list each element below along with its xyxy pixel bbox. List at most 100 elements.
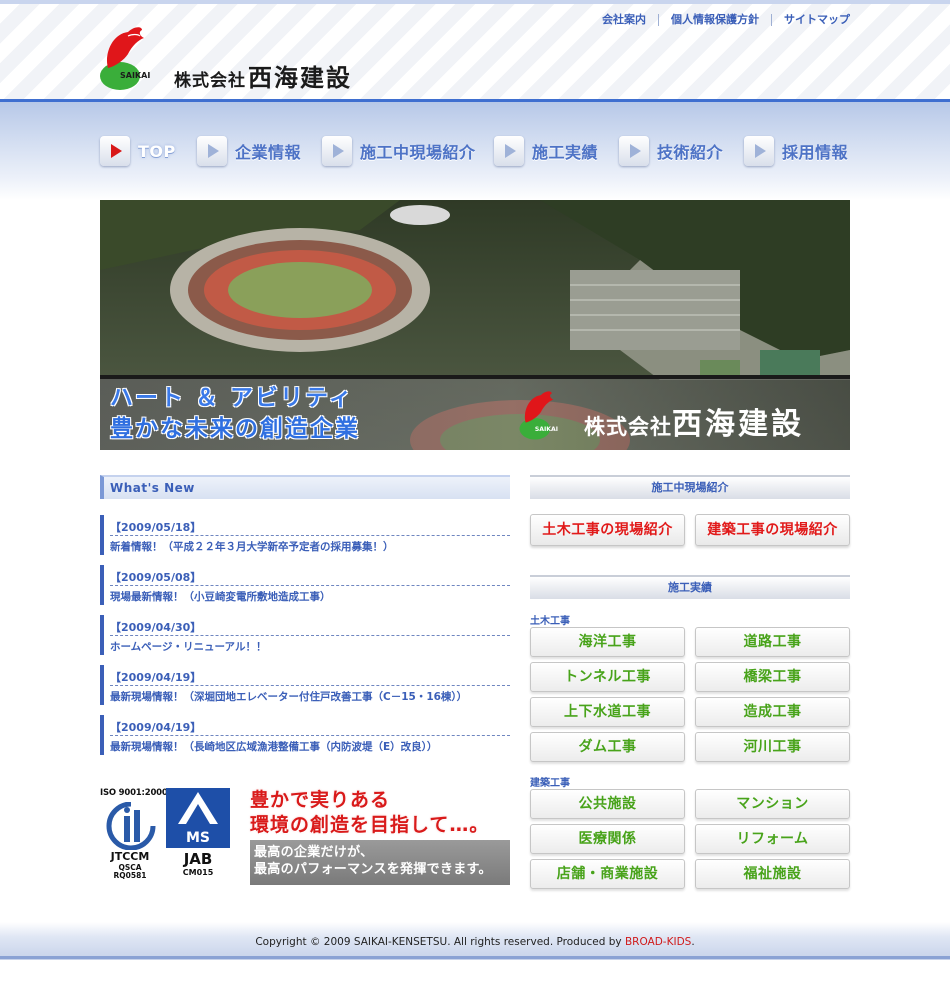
play-arrow-icon <box>197 136 227 166</box>
motto-banner: 豊かで実りある 環境の創造を目指して…。 最高の企業だけが、 最高のパフォーマン… <box>250 788 510 888</box>
play-arrow-icon <box>744 136 774 166</box>
hero-slogan: ハート ＆ アビリティ 豊かな未来の創造企業 <box>110 383 360 445</box>
civil-water-sewer-button[interactable]: 上下水道工事 <box>530 697 685 727</box>
news-title-link[interactable]: 最新現場情報！（深堀団地エレベーター付住戸改善工事（C－15・16棟）） <box>110 689 467 704</box>
divider <box>110 685 510 686</box>
iso-label: ISO 9001:2000 <box>100 788 168 798</box>
copyright: Copyright © 2009 SAIKAI-KENSETSU. All ri… <box>0 936 950 948</box>
divider <box>110 585 510 586</box>
building-mansion-button[interactable]: マンション <box>695 789 850 819</box>
hero-banner: ハート ＆ アビリティ 豊かな未来の創造企業 SAIKAI 株式会社 西海建設 <box>100 375 850 450</box>
nav-top[interactable]: TOP <box>100 134 176 168</box>
producer-link[interactable]: BROAD-KIDS <box>625 936 691 948</box>
civil-road-button[interactable]: 道路工事 <box>695 627 850 657</box>
civil-river-button[interactable]: 河川工事 <box>695 732 850 762</box>
news-item: 【2009/04/19】 最新現場情報！（長崎地区広域漁港整備工事（内防波堤（E… <box>100 715 510 755</box>
divider <box>110 635 510 636</box>
building-medical-button[interactable]: 医療関係 <box>530 824 685 854</box>
news-date: 【2009/04/19】 <box>110 721 202 734</box>
company-title: 西海建設 <box>672 407 804 442</box>
news-item: 【2009/04/30】 ホームページ・リニューアル！！ <box>100 615 510 655</box>
results-heading: 施工実績 <box>530 575 850 599</box>
company-logo: SAIKAI <box>519 391 558 440</box>
civil-bridge-button[interactable]: 橋梁工事 <box>695 662 850 692</box>
motto-sub-2: 最高のパフォーマンスを発揮できます。 <box>254 862 492 877</box>
nav-results[interactable]: 施工実績 <box>494 134 598 168</box>
building-sites-button[interactable]: 建築工事の現場紹介 <box>695 514 850 546</box>
news-item: 【2009/05/08】 現場最新情報！（小豆崎変電所敷地造成工事） <box>100 565 510 605</box>
nav-label: 技術紹介 <box>657 143 724 162</box>
whats-new-heading: What's New <box>100 475 510 499</box>
news-date: 【2009/04/30】 <box>110 621 202 634</box>
news-item: 【2009/05/18】 新着情報！（平成２２年３月大学新卒予定者の採用募集！） <box>100 515 510 555</box>
nav-recruit[interactable]: 採用情報 <box>744 134 848 168</box>
play-arrow-icon <box>619 136 649 166</box>
jab-ms-mark-icon: MS <box>166 788 230 848</box>
motto-subbox: 最高の企業だけが、 最高のパフォーマンスを発揮できます。 <box>250 840 510 885</box>
logo-text: SAIKAI <box>535 426 558 433</box>
company-title: 西海建設 <box>248 63 352 92</box>
company-name[interactable]: 株式会社 西海建設 <box>174 58 352 92</box>
play-arrow-icon <box>322 136 352 166</box>
current-sites-heading: 施工中現場紹介 <box>530 475 850 499</box>
jab-label: JAB <box>183 850 213 868</box>
site-header: SAIKAI 株式会社 西海建設 会社案内 個人情報保護方針 サイトマップ <box>0 0 950 100</box>
nav-technology[interactable]: 技術紹介 <box>619 134 723 168</box>
cm-number: CM015 <box>182 868 214 877</box>
nav-label: 施工実績 <box>532 143 599 162</box>
news-date: 【2009/05/18】 <box>110 521 202 534</box>
civil-tunnel-button[interactable]: トンネル工事 <box>530 662 685 692</box>
jtccm-mark-icon <box>106 802 156 850</box>
civil-sites-button[interactable]: 土木工事の現場紹介 <box>530 514 685 546</box>
motto-sub-1: 最高の企業だけが、 <box>254 845 374 860</box>
utility-links: 会社案内 個人情報保護方針 サイトマップ <box>590 14 850 26</box>
building-welfare-button[interactable]: 福祉施設 <box>695 859 850 889</box>
divider <box>110 735 510 736</box>
play-arrow-icon <box>494 136 524 166</box>
certification-badges: ISO 9001:2000 JTCCM QSCA RQ0581 MS JAB C… <box>100 788 240 888</box>
motto-line-2: 環境の創造を目指して…。 <box>250 814 490 836</box>
copyright-period: . <box>691 936 695 948</box>
building-reform-button[interactable]: リフォーム <box>695 824 850 854</box>
company-prefix: 株式会社 <box>584 415 672 439</box>
civil-land-development-button[interactable]: 造成工事 <box>695 697 850 727</box>
news-date: 【2009/04/19】 <box>110 671 202 684</box>
civil-dam-button[interactable]: ダム工事 <box>530 732 685 762</box>
nav-label: 施工中現場紹介 <box>360 143 476 162</box>
nav-label: TOP <box>138 141 176 161</box>
footer-divider <box>0 956 950 959</box>
company-prefix: 株式会社 <box>174 71 246 91</box>
link-company-info[interactable]: 会社案内 <box>590 14 658 26</box>
main-nav: TOP 企業情報 施工中現場紹介 施工実績 技術紹介 採用情報 <box>0 102 950 200</box>
slogan-line-1: ハート ＆ アビリティ <box>110 385 354 411</box>
ms-text: MS <box>186 830 210 846</box>
civil-marine-button[interactable]: 海洋工事 <box>530 627 685 657</box>
hero-image: ハート ＆ アビリティ 豊かな未来の創造企業 SAIKAI 株式会社 西海建設 <box>100 200 850 450</box>
nav-company-info[interactable]: 企業情報 <box>197 134 301 168</box>
play-arrow-icon <box>100 136 130 166</box>
link-sitemap[interactable]: サイトマップ <box>771 14 850 26</box>
news-title-link[interactable]: 現場最新情報！（小豆崎変電所敷地造成工事） <box>110 589 331 604</box>
news-date: 【2009/05/08】 <box>110 571 202 584</box>
nav-label: 企業情報 <box>235 143 302 162</box>
divider <box>110 535 510 536</box>
building-commercial-button[interactable]: 店舗・商業施設 <box>530 859 685 889</box>
news-title-link[interactable]: 最新現場情報！（長崎地区広域漁港整備工事（内防波堤（E）改良）） <box>110 739 437 754</box>
building-public-button[interactable]: 公共施設 <box>530 789 685 819</box>
nav-current-sites[interactable]: 施工中現場紹介 <box>322 134 476 168</box>
civil-category-label: 土木工事 <box>530 616 570 627</box>
motto-line-1: 豊かで実りある <box>250 789 391 811</box>
news-item: 【2009/04/19】 最新現場情報！（深堀団地エレベーター付住戸改善工事（C… <box>100 665 510 705</box>
link-privacy-policy[interactable]: 個人情報保護方針 <box>658 14 771 26</box>
copyright-text: Copyright © 2009 SAIKAI-KENSETSU. All ri… <box>255 936 625 948</box>
logo-text: SAIKAI <box>120 71 150 80</box>
jtccm-label: JTCCM <box>110 850 150 863</box>
building-category-label: 建築工事 <box>530 778 570 789</box>
news-title-link[interactable]: 新着情報！（平成２２年３月大学新卒予定者の採用募集！） <box>110 539 394 554</box>
slogan-line-2: 豊かな未来の創造企業 <box>110 416 360 442</box>
rq-number: RQ0581 <box>113 871 147 880</box>
company-logo[interactable]: SAIKAI <box>98 24 158 92</box>
nav-label: 採用情報 <box>782 143 849 162</box>
hero-company-name: 株式会社 西海建設 <box>584 399 804 443</box>
news-title-link[interactable]: ホームページ・リニューアル！！ <box>110 639 266 654</box>
